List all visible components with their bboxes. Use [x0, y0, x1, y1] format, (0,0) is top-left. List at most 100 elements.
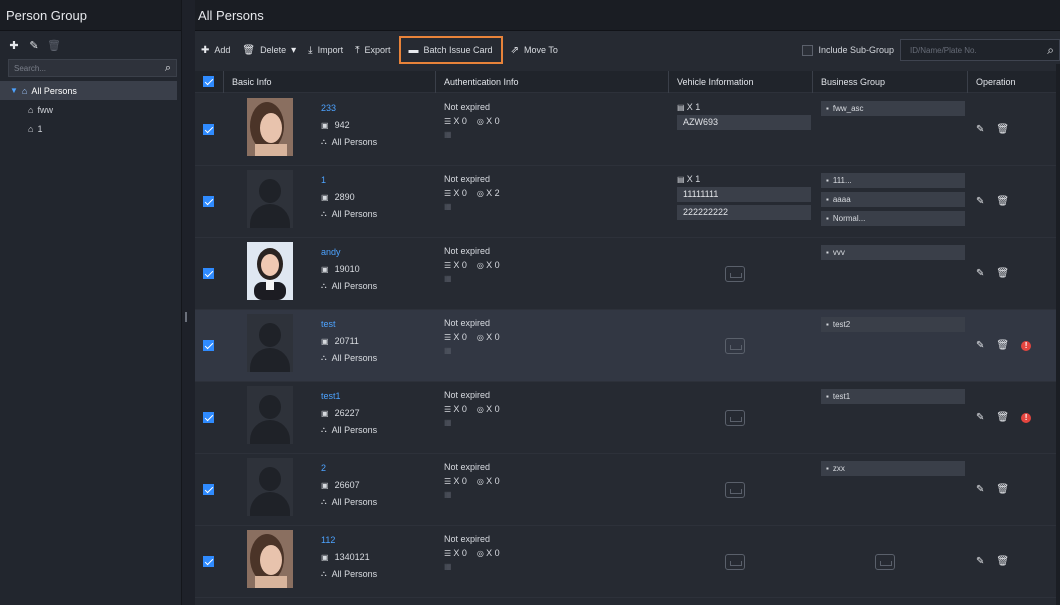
delete-icon[interactable]: 🗑: [996, 340, 1009, 351]
warning-icon[interactable]: !: [1021, 412, 1032, 423]
vehicle-icon: ▤: [677, 103, 687, 112]
tree-node-1[interactable]: ⌂ 1: [0, 119, 181, 138]
delete-icon[interactable]: 🗑: [996, 412, 1009, 423]
batch-issue-card-button[interactable]: ▬ Batch Issue Card: [398, 36, 503, 64]
table-row[interactable]: test1 ▣ 26227 ⛬ All Persons Not expired ☰ X 0 ◎…: [195, 382, 1060, 454]
card-icon: ☰: [444, 405, 454, 414]
person-id-value: 19010: [334, 264, 360, 274]
auth-counts: ☰ X 0 ◎ X 0: [444, 548, 669, 558]
basic-info-cell: 112 ▣ 1340121 ⛬ All Persons: [224, 526, 436, 597]
table-row[interactable]: andy ▣ 19010 ⛬ All Persons Not expired ☰ X 0 ◎ …: [195, 238, 1060, 310]
vehicle-info-cell: [669, 310, 813, 381]
delete-button[interactable]: 🗑 Delete ▾: [236, 37, 302, 63]
person-name-link[interactable]: andy: [321, 247, 341, 257]
delete-icon[interactable]: 🗑: [996, 484, 1009, 495]
edit-group-icon[interactable]: ✎: [29, 40, 39, 52]
search-icon[interactable]: ⌕: [165, 62, 171, 75]
group-icon: ⛬: [321, 281, 327, 290]
vehicle-info-cell: [669, 526, 813, 597]
row-checkbox[interactable]: [203, 412, 214, 423]
person-name-link[interactable]: 1: [321, 175, 326, 185]
select-all-checkbox[interactable]: [195, 70, 224, 93]
edit-icon[interactable]: ✎: [976, 340, 984, 351]
edit-icon[interactable]: ✎: [976, 412, 984, 423]
qr-code-icon: ▦: [444, 130, 452, 139]
chevron-down-icon[interactable]: ▾: [291, 45, 296, 56]
business-group-name: test2: [832, 320, 851, 329]
vehicle-count-value: X 1: [686, 102, 701, 112]
group-icon: ⛬: [321, 569, 327, 578]
delete-icon[interactable]: 🗑: [996, 196, 1009, 207]
table-row[interactable]: test ▣ 20711 ⛬ All Persons Not expired ☰ X 0 ◎ …: [195, 310, 1060, 382]
person-group-panel: Person Group ✚ ✎ 🗑 Search... ⌕ ▼ ⌂ All P…: [0, 0, 182, 605]
person-search-input[interactable]: ID/Name/Plate No. ⌕: [900, 39, 1060, 61]
fingerprint-count: ◎ X 0: [477, 404, 500, 414]
card-icon: ☰: [444, 549, 454, 558]
operation-cell: ✎ 🗑: [968, 94, 1060, 165]
delete-icon[interactable]: 🗑: [996, 556, 1009, 567]
delete-group-icon[interactable]: 🗑: [47, 40, 61, 52]
move-to-button[interactable]: ⇗ Move To: [505, 37, 564, 63]
group-tools: ✚ ✎ 🗑: [0, 31, 181, 59]
scrollbar[interactable]: [1056, 64, 1060, 605]
expand-caret-icon[interactable]: ▼: [10, 86, 18, 95]
edit-icon[interactable]: ✎: [976, 556, 984, 567]
search-icon[interactable]: ⌕: [1047, 43, 1054, 58]
include-subgroup-checkbox[interactable]: Include Sub-Group: [802, 44, 894, 56]
operation-cell: ✎ 🗑!: [968, 382, 1060, 453]
fingerprint-icon: ◎: [476, 117, 487, 126]
person-group: ⛬ All Persons: [321, 137, 377, 147]
all-persons-panel: All Persons ✚ Add 🗑 Delete ▾ ⤓ Import ⤒ Expor…: [195, 0, 1060, 605]
fingerprint-icon: ◎: [476, 333, 487, 342]
auth-counts: ☰ X 0 ◎ X 2: [444, 188, 669, 198]
tree-node-all-persons[interactable]: ▼ ⌂ All Persons: [0, 81, 177, 100]
auth-counts: ☰ X 0 ◎ X 0: [444, 116, 669, 126]
tree-node-fww[interactable]: ⌂ fww: [0, 100, 181, 119]
edit-icon[interactable]: ✎: [976, 124, 984, 135]
table-row[interactable]: 1 ▣ 2890 ⛬ All Persons Not expired ☰ X 0 ◎ X 2 ▦…: [195, 166, 1060, 238]
delete-icon[interactable]: 🗑: [996, 268, 1009, 279]
row-checkbox[interactable]: [203, 484, 214, 495]
plate-number: 222222222: [677, 205, 811, 220]
checkbox[interactable]: [802, 44, 814, 56]
group-search-input[interactable]: Search... ⌕: [8, 59, 177, 77]
authentication-info-cell: Not expired ☰ X 0 ◎ X 0 ▦: [436, 238, 669, 309]
person-name-link[interactable]: test1: [321, 391, 341, 401]
add-group-icon[interactable]: ✚: [9, 40, 19, 52]
expiry-status: Not expired: [444, 390, 491, 400]
table-row[interactable]: 233 ▣ 942 ⛬ All Persons Not expired ☰ X 0 ◎ X 0…: [195, 94, 1060, 166]
import-button[interactable]: ⤓ Import: [302, 37, 349, 63]
person-id: ▣ 26607: [321, 480, 360, 490]
delete-icon[interactable]: 🗑: [996, 124, 1009, 135]
row-checkbox-cell: [195, 526, 224, 597]
add-button[interactable]: ✚ Add: [195, 37, 236, 63]
row-checkbox[interactable]: [203, 556, 214, 567]
card-icon: ☰: [444, 333, 454, 342]
export-button[interactable]: ⤒ Export: [349, 37, 396, 63]
warning-icon[interactable]: !: [1021, 340, 1032, 351]
panel-splitter-handle[interactable]: [185, 312, 187, 322]
person-name-link[interactable]: 2: [321, 463, 326, 473]
table-row[interactable]: 112 ▣ 1340121 ⛬ All Persons Not expired ☰ X 0 ◎…: [195, 526, 1060, 598]
table-row[interactable]: 2 ▣ 26607 ⛬ All Persons Not expired ☰ X 0 ◎ X 0…: [195, 454, 1060, 526]
empty-data-icon: [875, 554, 895, 570]
person-group: ⛬ All Persons: [321, 209, 377, 219]
person-group-value: All Persons: [331, 209, 378, 219]
row-checkbox[interactable]: [203, 340, 214, 351]
edit-icon[interactable]: ✎: [976, 268, 984, 279]
person-photo-image: [247, 386, 293, 444]
person-name-link[interactable]: 112: [321, 535, 335, 545]
row-checkbox[interactable]: [203, 196, 214, 207]
id-card-icon: ▣: [321, 336, 329, 346]
row-checkbox[interactable]: [203, 124, 214, 135]
row-checkbox[interactable]: [203, 268, 214, 279]
edit-icon[interactable]: ✎: [976, 484, 984, 495]
person-name-link[interactable]: test: [321, 319, 336, 329]
business-group-name: test1: [832, 392, 851, 401]
auth-counts: ☰ X 0 ◎ X 0: [444, 332, 669, 342]
person-name-link[interactable]: 233: [321, 103, 336, 113]
fingerprint-count-value: X 0: [486, 476, 500, 486]
edit-icon[interactable]: ✎: [976, 196, 984, 207]
person-photo: [247, 242, 293, 300]
person-group-value: All Persons: [331, 569, 378, 579]
